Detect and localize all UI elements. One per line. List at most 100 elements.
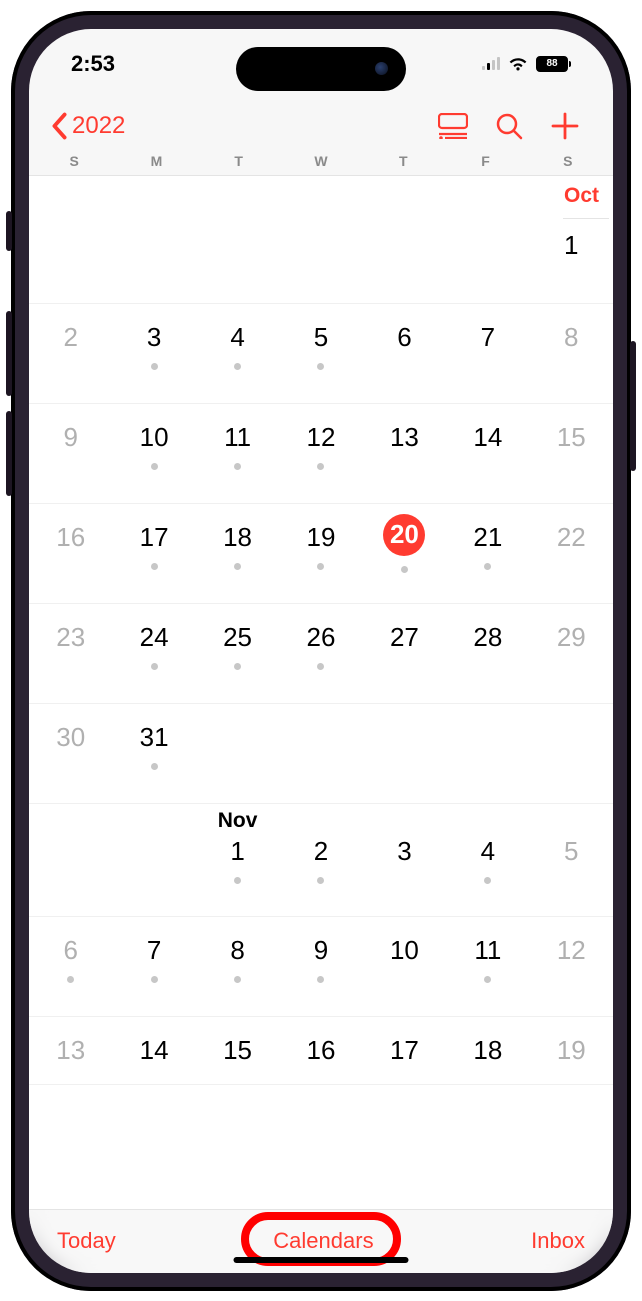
- calendar-day[interactable]: 13: [363, 406, 446, 503]
- calendar-day[interactable]: 2: [279, 806, 362, 916]
- calendar-day-number: 19: [307, 522, 336, 553]
- calendar-day[interactable]: 10: [363, 919, 446, 1016]
- calendar-day-number: 30: [56, 722, 85, 753]
- calendar-day[interactable]: 20: [363, 506, 446, 603]
- event-dot-icon: [484, 976, 491, 983]
- calendar-day-number: 14: [473, 422, 502, 453]
- calendar-day[interactable]: 2: [29, 306, 112, 403]
- calendar-day[interactable]: 7: [446, 306, 529, 403]
- calendar-day[interactable]: 7: [112, 919, 195, 1016]
- calendar-day-number: 29: [557, 622, 586, 653]
- calendar-day-number: 23: [56, 622, 85, 653]
- calendar-day-number: 16: [307, 1035, 336, 1066]
- calendar-week: 910111213 14 15: [29, 404, 613, 504]
- calendar-day-number: 10: [390, 935, 419, 966]
- weekday-label: S: [527, 153, 609, 169]
- search-button[interactable]: [483, 112, 535, 140]
- calendar-day-number: 22: [557, 522, 586, 553]
- calendar-day-number: 9: [314, 935, 328, 966]
- calendar-day[interactable]: 4: [446, 806, 529, 916]
- calendar-day-number: 13: [56, 1035, 85, 1066]
- list-view-button[interactable]: [427, 113, 479, 139]
- event-dot-icon: [234, 463, 241, 470]
- calendar-day[interactable]: Oct1: [530, 178, 613, 303]
- calendar-day-number: 31: [140, 722, 169, 753]
- calendar-day[interactable]: 26: [279, 606, 362, 703]
- today-button[interactable]: Today: [57, 1228, 116, 1254]
- calendar-day[interactable]: 3: [112, 306, 195, 403]
- calendar-day[interactable]: 28: [446, 606, 529, 703]
- toolbar: Today Calendars Inbox: [29, 1209, 613, 1273]
- calendar-day[interactable]: 16: [29, 506, 112, 603]
- calendar-day[interactable]: 17: [363, 1019, 446, 1084]
- calendar-day-number: 5: [314, 322, 328, 353]
- calendar-day[interactable]: 30: [29, 706, 112, 803]
- calendar-day[interactable]: 31: [112, 706, 195, 803]
- calendar-day[interactable]: 19: [530, 1019, 613, 1084]
- calendar-day[interactable]: 18: [196, 506, 279, 603]
- calendar-grid[interactable]: Oct1234567891011121314151617181920212223…: [29, 176, 613, 1209]
- calendar-day: [530, 706, 613, 803]
- calendar-day: [196, 706, 279, 803]
- calendar-day[interactable]: 15: [530, 406, 613, 503]
- calendar-day[interactable]: Nov1: [196, 806, 279, 916]
- calendar-day[interactable]: 29: [530, 606, 613, 703]
- calendar-day[interactable]: 5: [279, 306, 362, 403]
- calendar-day[interactable]: 18: [446, 1019, 529, 1084]
- calendar-day[interactable]: 14: [446, 406, 529, 503]
- calendar-day: [112, 806, 195, 916]
- home-indicator[interactable]: [234, 1257, 409, 1263]
- add-button[interactable]: [539, 112, 591, 140]
- calendar-day-number: 2: [314, 836, 328, 867]
- calendar-day[interactable]: 22: [530, 506, 613, 603]
- calendar-day[interactable]: 23: [29, 606, 112, 703]
- event-dot-icon: [234, 663, 241, 670]
- calendar-day: [446, 706, 529, 803]
- calendar-day-number: 26: [307, 622, 336, 653]
- calendar-day[interactable]: 8: [196, 919, 279, 1016]
- calendar-day-number: 16: [56, 522, 85, 553]
- weekday-label: T: [198, 153, 280, 169]
- calendar-day[interactable]: 6: [29, 919, 112, 1016]
- calendar-day-number: 4: [230, 322, 244, 353]
- calendar-day[interactable]: 6: [363, 306, 446, 403]
- calendar-day[interactable]: 19: [279, 506, 362, 603]
- calendar-day[interactable]: 27: [363, 606, 446, 703]
- event-dot-icon: [317, 463, 324, 470]
- calendar-day[interactable]: 11: [196, 406, 279, 503]
- calendar-day[interactable]: 8: [530, 306, 613, 403]
- inbox-button[interactable]: Inbox: [531, 1228, 585, 1254]
- event-dot-icon: [234, 363, 241, 370]
- calendar-day[interactable]: 4: [196, 306, 279, 403]
- calendar-day[interactable]: 12: [279, 406, 362, 503]
- calendar-day[interactable]: 15: [196, 1019, 279, 1084]
- calendar-day: [279, 706, 362, 803]
- calendar-day-number: 15: [557, 422, 586, 453]
- event-dot-icon: [151, 663, 158, 670]
- calendar-week: 16 1718 19 2021 22: [29, 504, 613, 604]
- calendar-day[interactable]: 25: [196, 606, 279, 703]
- calendar-day[interactable]: 24: [112, 606, 195, 703]
- event-dot-icon: [234, 976, 241, 983]
- back-button[interactable]: 2022: [51, 112, 125, 140]
- event-dot-icon: [234, 563, 241, 570]
- calendar-day-number: 8: [564, 322, 578, 353]
- calendar-day[interactable]: 14: [112, 1019, 195, 1084]
- back-label: 2022: [72, 112, 125, 140]
- calendar-day[interactable]: 5: [530, 806, 613, 916]
- calendar-day[interactable]: 3: [363, 806, 446, 916]
- calendar-day[interactable]: 12: [530, 919, 613, 1016]
- calendar-day[interactable]: 10: [112, 406, 195, 503]
- weekday-label: S: [33, 153, 115, 169]
- calendar-day[interactable]: 21: [446, 506, 529, 603]
- calendar-day[interactable]: 16: [279, 1019, 362, 1084]
- calendar-day[interactable]: 17: [112, 506, 195, 603]
- event-dot-icon: [151, 363, 158, 370]
- calendar-day[interactable]: 11: [446, 919, 529, 1016]
- calendar-day[interactable]: 9: [279, 919, 362, 1016]
- calendar-day: [363, 706, 446, 803]
- calendar-day-number: 11: [474, 935, 501, 966]
- calendar-week: 30 31: [29, 704, 613, 804]
- calendar-day[interactable]: 13: [29, 1019, 112, 1084]
- calendar-day[interactable]: 9: [29, 406, 112, 503]
